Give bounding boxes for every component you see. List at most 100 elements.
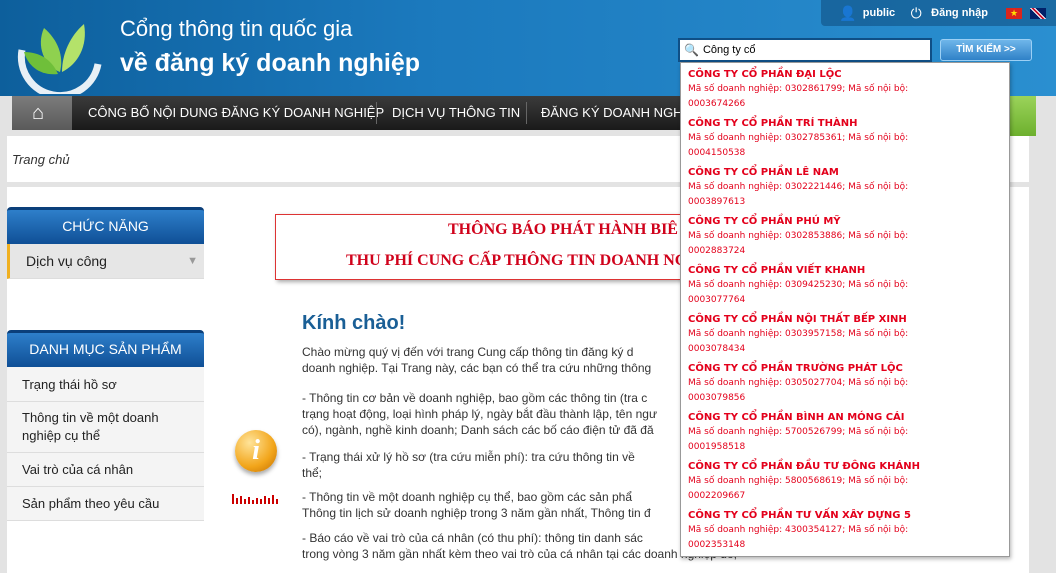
code-prefix: Mã số doanh nghiệp: xyxy=(688,525,785,535)
company-name: CÔNG TY CỔ PHẦN TRÍ THÀNH xyxy=(688,118,858,129)
code-prefix: Mã số doanh nghiệp: xyxy=(688,476,785,486)
internal-code: 0003079856 xyxy=(688,393,746,403)
internal-code: 0003897613 xyxy=(688,197,746,207)
internal-code: 0003674266 xyxy=(688,99,746,109)
notice-banner[interactable]: THÔNG BÁO PHÁT HÀNH BIÊ THU PHÍ CUNG CẤP… xyxy=(275,214,735,280)
internal-code: 0004150538 xyxy=(688,148,746,158)
company-name: CÔNG TY CỔ PHẦN TRƯỜNG PHÁT LỘC xyxy=(688,363,903,374)
uk-flag-icon[interactable] xyxy=(1030,7,1046,19)
body-text: có), ngành, nghề kinh doanh; Danh sách c… xyxy=(302,423,654,437)
suggestion-item[interactable]: CÔNG TY CỔ PHẦN ĐẠI LỘC Mã số doanh nghiệ… xyxy=(688,67,1008,116)
intro-text: Chào mừng quý vị đến với trang Cung cấp … xyxy=(302,345,634,359)
company-code: 0302861799 xyxy=(784,84,843,94)
internal-code: 0003078434 xyxy=(688,344,746,354)
power-icon[interactable]: ⏻ xyxy=(907,4,925,22)
chevron-down-icon: ▼ xyxy=(187,255,198,267)
internal-prefix: ; Mã số nội bộ: xyxy=(842,182,909,192)
products-panel-title: DANH MỤC SẢN PHẨM xyxy=(7,330,204,367)
internal-code: 0001958518 xyxy=(688,442,746,452)
nav-divider xyxy=(526,102,527,124)
company-code-line: Mã số doanh nghiệp: 0302785361; Mã số nộ… xyxy=(688,131,1008,146)
user-icon: 👤 xyxy=(839,5,857,21)
sidebar-item-on-demand[interactable]: Sản phẩm theo yêu cầu xyxy=(7,487,204,521)
suggestion-item[interactable]: CÔNG TY CỔ PHẦN TRÍ THÀNH Mã số doanh ngh… xyxy=(688,116,1008,165)
company-code-line: Mã số doanh nghiệp: 0302853886; Mã số nộ… xyxy=(688,229,1008,244)
nav-item-publish[interactable]: CÔNG BỐ NỘI DUNG ĐĂNG KÝ DOANH NGHIỆP xyxy=(88,96,384,130)
internal-code: 0002209667 xyxy=(688,491,746,501)
company-code: 0309425230 xyxy=(784,280,843,290)
breadcrumb-home[interactable]: Trang chủ xyxy=(12,152,70,167)
code-prefix: Mã số doanh nghiệp: xyxy=(688,378,785,388)
company-code-line: Mã số doanh nghiệp: 0305027704; Mã số nộ… xyxy=(688,376,1008,391)
search-suggestion-list: CÔNG TY CỔ PHẦN ĐẠI LỘC Mã số doanh nghiệ… xyxy=(680,62,1010,557)
company-code-line: Mã số doanh nghiệp: 5700526799; Mã số nộ… xyxy=(688,425,1008,440)
internal-prefix: ; Mã số nội bộ: xyxy=(842,427,909,437)
suggestion-item[interactable]: CÔNG TY CỔ PHẦN PHÚ MỸ Mã số doanh nghiệp… xyxy=(688,214,1008,263)
sidebar-item-enterprise-info[interactable]: Thông tin về một doanh nghiệp cụ thể xyxy=(7,402,204,453)
company-code-line: Mã số doanh nghiệp: 0303957158; Mã số nộ… xyxy=(688,327,1008,342)
leaf-logo-icon[interactable] xyxy=(14,6,106,94)
internal-prefix: ; Mã số nội bộ: xyxy=(842,329,909,339)
sidebar-item-dossier-status[interactable]: Trạng thái hồ sơ xyxy=(7,367,204,402)
company-code: 0305027704 xyxy=(784,378,843,388)
nav-item-register[interactable]: ĐĂNG KÝ DOANH NGHIỆ xyxy=(541,96,695,130)
sidebar-item-label: Thông tin về một doanh xyxy=(22,410,159,425)
company-name: CÔNG TY CỔ PHẦN PHÚ MỸ xyxy=(688,216,841,227)
company-name: CÔNG TY CỔ PHẦN TƯ VẤN XÂY DỰNG 5 xyxy=(688,510,911,521)
company-code-line: Mã số doanh nghiệp: 0302221446; Mã số nộ… xyxy=(688,180,1008,195)
login-link[interactable]: Đăng nhập xyxy=(931,7,988,19)
company-code: 4300354127 xyxy=(784,525,843,535)
site-title-line2: về đăng ký doanh nghiệp xyxy=(120,49,421,77)
company-code-line: Mã số doanh nghiệp: 5800568619; Mã số nộ… xyxy=(688,474,1008,489)
body-text: - Trạng thái xử lý hồ sơ (tra cứu miễn p… xyxy=(302,450,635,464)
nav-item-info-service[interactable]: DỊCH VỤ THÔNG TIN xyxy=(392,96,520,130)
code-prefix: Mã số doanh nghiệp: xyxy=(688,427,785,437)
suggestion-item[interactable]: CÔNG TY CỔ PHẦN BÌNH AN MÓNG CÁI Mã số do… xyxy=(688,410,1008,459)
home-icon: ⌂ xyxy=(32,102,45,124)
search-input[interactable] xyxy=(702,44,923,56)
company-code: 5700526799 xyxy=(784,427,843,437)
search-icon: 🔍 xyxy=(684,43,699,57)
body-text: thể; xyxy=(302,466,323,480)
vietnam-flag-icon[interactable]: ★ xyxy=(1006,7,1022,19)
company-code: 0302221446 xyxy=(784,182,843,192)
company-code-line: Mã số doanh nghiệp: 0302861799; Mã số nộ… xyxy=(688,82,1008,97)
internal-prefix: ; Mã số nội bộ: xyxy=(842,280,909,290)
suggestion-item[interactable]: CÔNG TY CỔ PHẦN TRƯỜNG PHÁT LỘC Mã số doa… xyxy=(688,361,1008,410)
company-code: 0302785361 xyxy=(784,133,843,143)
user-name[interactable]: public xyxy=(863,7,895,19)
sidebar-item-public-service[interactable]: Dịch vụ công ▼ xyxy=(7,244,204,279)
search-field[interactable]: 🔍 xyxy=(678,38,932,62)
nav-divider xyxy=(376,102,377,124)
body-text: - Thông tin cơ bản về doanh nghiệp, bao … xyxy=(302,391,648,405)
suggestion-item[interactable]: CÔNG TY CỔ PHẦN ĐẦU TƯ ĐÔNG KHÁNH Mã số d… xyxy=(688,459,1008,508)
company-name: CÔNG TY CỔ PHẦN ĐẠI LỘC xyxy=(688,69,842,80)
suggestion-item[interactable]: CÔNG TY CỔ PHẦN TƯ VẤN XÂY DỰNG 5 Mã số d… xyxy=(688,508,1008,556)
company-name: CÔNG TY CỔ PHẦN VIẾT KHANH xyxy=(688,265,866,276)
company-code: 0302853886 xyxy=(784,231,843,241)
company-code: 5800568619 xyxy=(784,476,843,486)
internal-prefix: ; Mã số nội bộ: xyxy=(842,84,909,94)
home-button[interactable]: ⌂ xyxy=(12,96,72,130)
info-icon: i xyxy=(235,430,277,472)
suggestion-item[interactable]: CÔNG TY CỔ PHẦN LÊ NAM Mã số doanh nghiệp… xyxy=(688,165,1008,214)
sidebar-item-personal-role[interactable]: Vai trò của cá nhân xyxy=(7,453,204,487)
internal-code: 0003077764 xyxy=(688,295,746,305)
search-button[interactable]: TÌM KIẾM >> xyxy=(940,39,1032,61)
company-name: CÔNG TY CỔ PHẦN NỘI THẤT BẾP XINH xyxy=(688,314,907,325)
audio-bars-icon xyxy=(232,494,278,504)
code-prefix: Mã số doanh nghiệp: xyxy=(688,84,785,94)
functions-panel-title: CHỨC NĂNG xyxy=(7,207,204,244)
internal-code: 0002883724 xyxy=(688,246,746,256)
body-text: Thông tin lịch sử doanh nghiệp trong 3 n… xyxy=(302,506,651,520)
company-code: 0303957158 xyxy=(784,329,843,339)
suggestion-item[interactable]: CÔNG TY CỔ PHẦN NỘI THẤT BẾP XINH Mã số d… xyxy=(688,312,1008,361)
intro-text: doanh nghiệp. Tại Trang này, các bạn có … xyxy=(302,361,652,375)
body-text: - Báo cáo về vai trò của cá nhân (có thu… xyxy=(302,531,643,545)
company-code-line: Mã số doanh nghiệp: 4300354127; Mã số nộ… xyxy=(688,523,1008,538)
company-name: CÔNG TY CỔ PHẦN LÊ NAM xyxy=(688,167,839,178)
code-prefix: Mã số doanh nghiệp: xyxy=(688,133,785,143)
company-name: CÔNG TY CỔ PHẦN ĐẦU TƯ ĐÔNG KHÁNH xyxy=(688,461,920,472)
suggestion-item[interactable]: CÔNG TY CỔ PHẦN VIẾT KHANH Mã số doanh ng… xyxy=(688,263,1008,312)
internal-code: 0002353148 xyxy=(688,540,746,550)
